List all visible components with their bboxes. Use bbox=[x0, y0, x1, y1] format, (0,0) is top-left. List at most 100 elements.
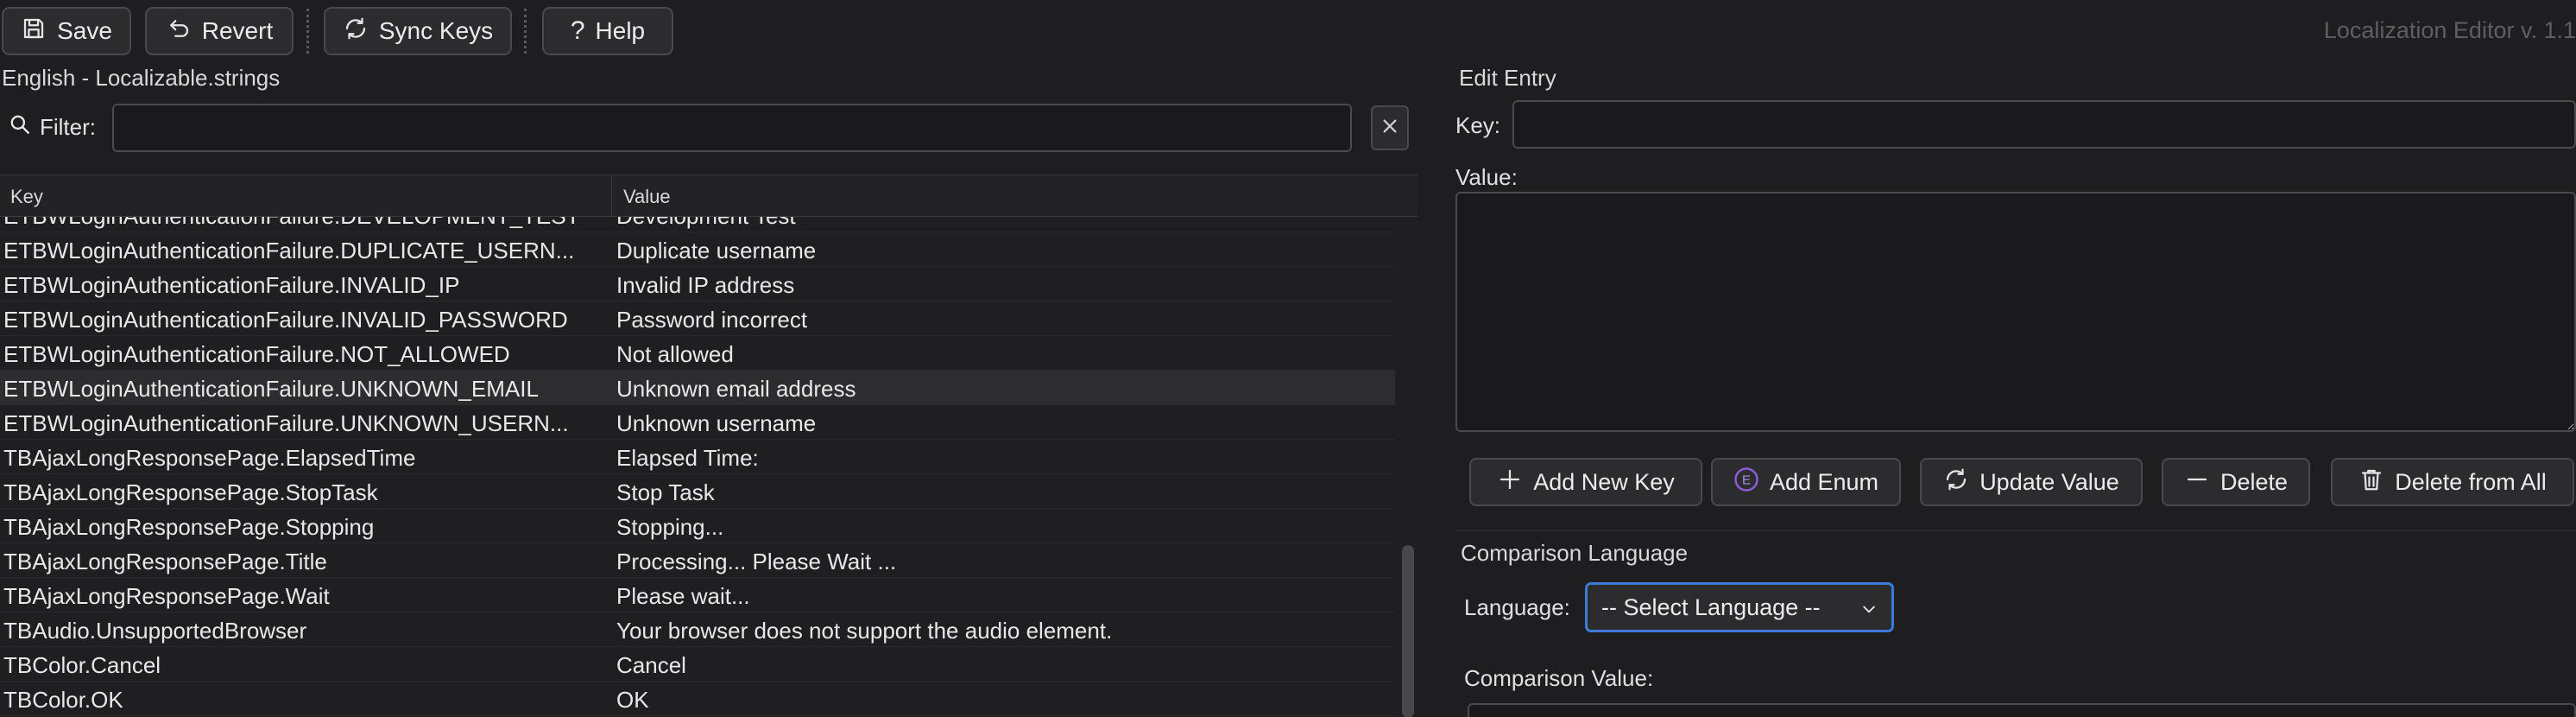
row-key: ETBWLoginAuthenticationFailure.DUPLICATE… bbox=[3, 238, 575, 263]
row-key: TBColor.Cancel bbox=[3, 652, 161, 678]
language-label: Language: bbox=[1464, 594, 1570, 620]
row-value: Development Test bbox=[616, 217, 1393, 230]
row-value: Unknown username bbox=[616, 410, 817, 436]
row-value: OK bbox=[616, 687, 649, 713]
key-label: Key: bbox=[1455, 112, 1501, 138]
table-row[interactable]: TBAjaxLongResponsePage.Stopping Stopping.… bbox=[0, 509, 1395, 543]
value-textarea[interactable] bbox=[1455, 192, 2576, 432]
table-body: ETBWLoginAuthenticationFailure.DEVELOPME… bbox=[0, 217, 1395, 717]
help-label: Help bbox=[595, 17, 646, 44]
question-mark-icon: ? bbox=[570, 16, 585, 45]
row-value: Invalid IP address bbox=[616, 272, 795, 298]
column-header-key[interactable]: Key bbox=[10, 186, 43, 208]
delete-label: Delete bbox=[2219, 468, 2289, 495]
value-label: Value: bbox=[1455, 164, 1518, 190]
sync-keys-button[interactable]: Sync Keys bbox=[324, 7, 512, 55]
table-scrollbar[interactable] bbox=[1398, 217, 1417, 717]
add-new-key-button[interactable]: Add New Key bbox=[1469, 458, 1702, 506]
floppy-disk-icon bbox=[21, 16, 47, 48]
table-row[interactable]: TBAjaxLongResponsePage.Title Processing..… bbox=[0, 543, 1395, 578]
save-button[interactable]: Save bbox=[2, 7, 131, 55]
sync-keys-label: Sync Keys bbox=[378, 17, 494, 44]
toolbar: Save Revert Sync Keys ? Help Localizatio… bbox=[0, 0, 2576, 62]
table-row[interactable]: ETBWLoginAuthenticationFailure.DUPLICATE… bbox=[0, 232, 1395, 267]
delete-button[interactable]: Delete bbox=[2162, 458, 2310, 506]
update-value-button[interactable]: Update Value bbox=[1920, 458, 2143, 506]
key-input[interactable] bbox=[1512, 100, 2576, 149]
row-value: Unknown email address bbox=[616, 376, 856, 402]
revert-label: Revert bbox=[201, 17, 274, 44]
section-divider bbox=[1455, 530, 2576, 531]
table-row[interactable]: ETBWLoginAuthenticationFailure.INVALID_P… bbox=[0, 301, 1395, 336]
row-key: ETBWLoginAuthenticationFailure.UNKNOWN_E… bbox=[3, 376, 539, 402]
edit-entry-title: Edit Entry bbox=[1459, 65, 1556, 91]
filter-label-text: Filter: bbox=[40, 114, 96, 140]
table-row[interactable]: TBColor.OK OK bbox=[0, 682, 1395, 716]
row-value: Elapsed Time: bbox=[616, 445, 759, 471]
revert-button[interactable]: Revert bbox=[145, 7, 294, 55]
delete-from-all-label: Delete from All bbox=[2395, 468, 2547, 495]
row-key: TBColor.OK bbox=[3, 687, 123, 713]
row-key: ETBWLoginAuthenticationFailure.DEVELOPME… bbox=[3, 217, 608, 230]
minus-icon bbox=[2184, 466, 2210, 498]
save-label: Save bbox=[57, 17, 112, 44]
column-divider[interactable] bbox=[611, 175, 612, 217]
clear-filter-button[interactable] bbox=[1371, 105, 1409, 150]
row-key: ETBWLoginAuthenticationFailure.NOT_ALLOW… bbox=[3, 341, 510, 367]
enum-badge-letter: E bbox=[1742, 473, 1751, 487]
row-key: TBAjaxLongResponsePage.Stopping bbox=[3, 514, 375, 540]
file-title: English - Localizable.strings bbox=[2, 65, 281, 91]
row-value: Duplicate username bbox=[616, 238, 817, 263]
comparison-language-title: Comparison Language bbox=[1461, 540, 1689, 566]
add-enum-button[interactable]: E Add Enum bbox=[1711, 458, 1901, 506]
row-key: TBAjaxLongResponsePage.Title bbox=[3, 549, 327, 574]
row-value: Password incorrect bbox=[616, 307, 808, 333]
row-value: Cancel bbox=[616, 652, 686, 678]
table-row[interactable]: TBAudio.UnsupportedBrowser Your browser d… bbox=[0, 612, 1395, 647]
row-value: Your browser does not support the audio … bbox=[616, 618, 1113, 644]
language-select[interactable]: -- Select Language -- bbox=[1585, 582, 1894, 632]
table-row[interactable]: TBAjaxLongResponsePage.StopTask Stop Task bbox=[0, 474, 1395, 509]
table-header: Key Value bbox=[0, 175, 1417, 217]
toolbar-separator bbox=[306, 9, 309, 54]
row-key: TBAjaxLongResponsePage.Wait bbox=[3, 583, 330, 609]
table-row[interactable]: TBColor.Cancel Cancel bbox=[0, 647, 1395, 682]
sync-arrows-icon bbox=[1943, 466, 1969, 498]
toolbar-separator bbox=[524, 9, 527, 54]
row-key: TBAudio.UnsupportedBrowser bbox=[3, 618, 307, 644]
trash-icon bbox=[2358, 466, 2384, 498]
help-button[interactable]: ? Help bbox=[542, 7, 673, 55]
table-row-highlighted[interactable]: ETBWLoginAuthenticationFailure.UNKNOWN_E… bbox=[0, 371, 1395, 405]
row-key: TBAjaxLongResponsePage.StopTask bbox=[3, 479, 378, 505]
comparison-value-field[interactable] bbox=[1468, 703, 2576, 717]
row-value: Not allowed bbox=[616, 341, 734, 367]
sync-arrows-icon bbox=[343, 16, 369, 48]
row-value: Stop Task bbox=[616, 479, 715, 505]
table-row[interactable]: ETBWLoginAuthenticationFailure.DEVELOPME… bbox=[0, 217, 1395, 232]
filter-label: Filter: bbox=[9, 113, 96, 142]
comparison-value-label: Comparison Value: bbox=[1464, 665, 1654, 691]
row-value: Stopping... bbox=[616, 514, 724, 540]
table-rows: ETBWLoginAuthenticationFailure.DEVELOPME… bbox=[0, 217, 1395, 716]
row-value: Processing... Please Wait ... bbox=[616, 549, 897, 574]
add-enum-label: Add Enum bbox=[1769, 468, 1879, 495]
scrollbar-thumb[interactable] bbox=[1402, 545, 1414, 717]
localization-editor-window: Save Revert Sync Keys ? Help Localizatio… bbox=[0, 0, 2576, 717]
column-header-value[interactable]: Value bbox=[623, 186, 671, 208]
filter-input[interactable] bbox=[112, 104, 1352, 152]
enum-badge-icon: E bbox=[1733, 466, 1759, 498]
language-select-value: -- Select Language -- bbox=[1601, 593, 1821, 620]
magnifier-icon bbox=[9, 113, 31, 142]
row-key: ETBWLoginAuthenticationFailure.INVALID_P… bbox=[3, 307, 568, 333]
app-version: Localization Editor v. 1.1 bbox=[2323, 17, 2576, 43]
delete-from-all-button[interactable]: Delete from All bbox=[2331, 458, 2574, 506]
update-value-label: Update Value bbox=[1979, 468, 2119, 495]
table-row[interactable]: ETBWLoginAuthenticationFailure.UNKNOWN_U… bbox=[0, 405, 1395, 440]
close-icon bbox=[1380, 117, 1399, 140]
table-row[interactable]: TBAjaxLongResponsePage.Wait Please wait..… bbox=[0, 578, 1395, 612]
table-row[interactable]: ETBWLoginAuthenticationFailure.NOT_ALLOW… bbox=[0, 336, 1395, 371]
row-key: ETBWLoginAuthenticationFailure.INVALID_I… bbox=[3, 272, 460, 298]
table-row[interactable]: ETBWLoginAuthenticationFailure.INVALID_I… bbox=[0, 267, 1395, 301]
table-row[interactable]: TBAjaxLongResponsePage.ElapsedTime Elapse… bbox=[0, 440, 1395, 474]
strings-table: Key Value ETBWLoginAuthenticationFailure… bbox=[0, 174, 1417, 717]
